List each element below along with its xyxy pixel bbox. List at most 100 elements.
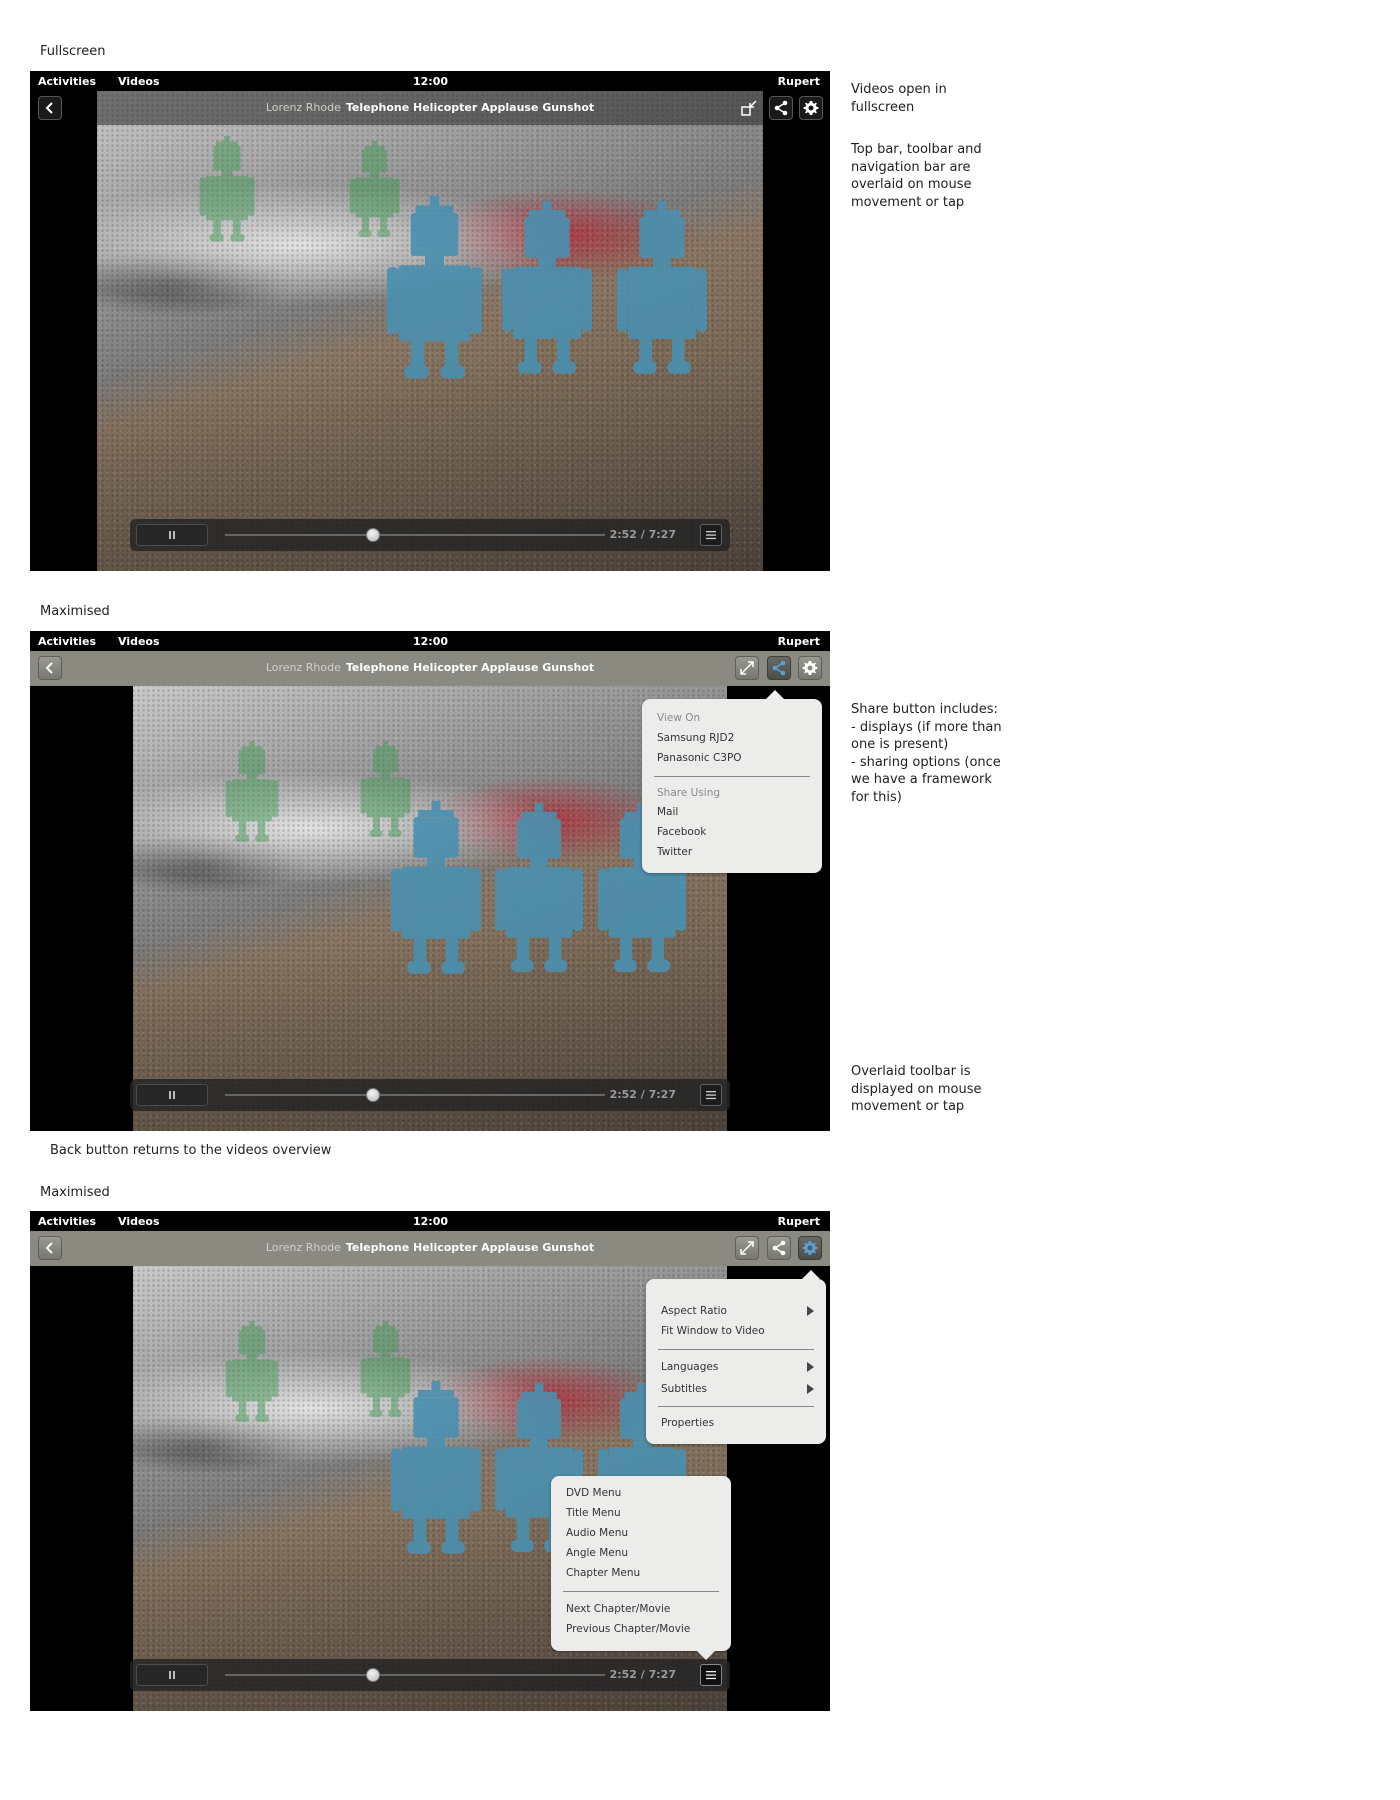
seek-bar[interactable]: [225, 534, 605, 536]
gear-icon: [803, 101, 819, 115]
chevron-left-icon: [45, 102, 53, 114]
title-menu-item[interactable]: Title Menu: [566, 1507, 621, 1519]
seek-bar[interactable]: [225, 1674, 605, 1676]
settings-button[interactable]: [798, 656, 822, 680]
submenu-arrow-icon: [807, 1384, 814, 1394]
languages-item[interactable]: Languages: [661, 1361, 718, 1373]
playback-menu-button[interactable]: [700, 524, 722, 546]
gnome-top-bar: Activities Videos 12:00 Rupert: [30, 631, 830, 651]
view-on-heading: View On: [657, 712, 701, 724]
app-menu[interactable]: Videos: [118, 635, 160, 648]
fit-window-item[interactable]: Fit Window to Video: [661, 1325, 765, 1337]
chapter-menu-item[interactable]: Chapter Menu: [566, 1567, 640, 1579]
pause-button[interactable]: [136, 1084, 208, 1106]
gnome-top-bar: Activities Videos 12:00 Rupert: [30, 1211, 830, 1231]
fullscreen-button[interactable]: [735, 656, 759, 680]
menu-separator: [563, 1591, 719, 1592]
dvd-menu-item[interactable]: DVD Menu: [566, 1487, 621, 1499]
header-artist: Lorenz Rhode: [265, 661, 341, 674]
fullscreen-icon: [740, 1241, 754, 1255]
playback-time: 2:52 / 7:27: [609, 1088, 676, 1101]
clock[interactable]: 12:00: [413, 635, 448, 648]
note-fullscreen-open: Videos open in fullscreen: [851, 82, 947, 115]
aspect-ratio-item[interactable]: Aspect Ratio: [661, 1305, 727, 1317]
share-service-item[interactable]: Mail: [657, 806, 678, 818]
share-button[interactable]: [767, 656, 791, 680]
maximised-settings-screenshot: Activities Videos 12:00 Rupert Lorenz Rh…: [30, 1211, 830, 1711]
pause-icon: [169, 1671, 175, 1679]
fullscreen-button[interactable]: [735, 1236, 759, 1260]
hamburger-menu-icon: [706, 1091, 716, 1100]
previous-chapter-item[interactable]: Previous Chapter/Movie: [566, 1623, 690, 1635]
header-song-title: Telephone Helicopter Applause Gunshot: [345, 101, 595, 114]
gear-icon: [802, 661, 818, 675]
activities-button[interactable]: Activities: [38, 1215, 96, 1228]
hamburger-menu-icon: [706, 1671, 716, 1680]
video-frame[interactable]: [97, 91, 763, 571]
pause-button[interactable]: [136, 1664, 208, 1686]
unfullscreen-button[interactable]: [737, 96, 761, 120]
share-using-heading: Share Using: [657, 787, 721, 799]
section-label-maximised-settings: Maximised: [40, 1185, 110, 1200]
share-service-item[interactable]: Facebook: [657, 826, 706, 838]
settings-button[interactable]: [798, 1236, 822, 1260]
activities-button[interactable]: Activities: [38, 75, 96, 88]
clock[interactable]: 12:00: [413, 1215, 448, 1228]
header-song-title: Telephone Helicopter Applause Gunshot: [345, 661, 595, 674]
settings-button[interactable]: [799, 96, 823, 120]
header-artist: Lorenz Rhode: [265, 1241, 341, 1254]
seek-bar[interactable]: [225, 1094, 605, 1096]
back-button[interactable]: [38, 1236, 62, 1260]
back-button[interactable]: [38, 656, 62, 680]
playback-toolbar: 2:52 / 7:27: [130, 1659, 730, 1691]
share-button[interactable]: [767, 1236, 791, 1260]
device-item[interactable]: Samsung RJD2: [657, 732, 734, 744]
note-back-button: Back button returns to the videos overvi…: [50, 1143, 332, 1158]
pause-icon: [169, 1091, 175, 1099]
user-menu[interactable]: Rupert: [778, 75, 820, 88]
app-menu[interactable]: Videos: [118, 1215, 160, 1228]
video-frame[interactable]: [133, 686, 727, 1131]
subtitles-item[interactable]: Subtitles: [661, 1383, 707, 1395]
user-menu[interactable]: Rupert: [778, 635, 820, 648]
submenu-arrow-icon: [807, 1362, 814, 1372]
seek-handle[interactable]: [366, 1088, 381, 1102]
restore-icon: [741, 100, 757, 116]
playback-toolbar: 2:52 / 7:27: [130, 1079, 730, 1111]
share-button[interactable]: [769, 96, 793, 120]
section-label-fullscreen: Fullscreen: [40, 44, 106, 59]
header-bar: Lorenz Rhode Telephone Helicopter Applaus…: [30, 651, 830, 686]
angle-menu-item[interactable]: Angle Menu: [566, 1547, 628, 1559]
dvd-menu-popover: DVD Menu Title Menu Audio Menu Angle Men…: [551, 1476, 731, 1660]
share-icon: [774, 100, 788, 116]
pause-icon: [169, 531, 175, 539]
header-title: Lorenz Rhode Telephone Helicopter Applaus…: [30, 1241, 830, 1254]
clock[interactable]: 12:00: [413, 75, 448, 88]
header-song-title: Telephone Helicopter Applause Gunshot: [345, 1241, 595, 1254]
user-menu[interactable]: Rupert: [778, 1215, 820, 1228]
note-overlaid-toolbar: Overlaid toolbar is displayed on mouse m…: [851, 1064, 982, 1114]
device-item[interactable]: Panasonic C3PO: [657, 752, 742, 764]
seek-handle[interactable]: [366, 528, 381, 542]
next-chapter-item[interactable]: Next Chapter/Movie: [566, 1603, 670, 1615]
hamburger-menu-icon: [706, 531, 716, 540]
header-bar: Lorenz Rhode Telephone Helicopter Applaus…: [30, 91, 830, 126]
audio-menu-item[interactable]: Audio Menu: [566, 1527, 628, 1539]
seek-handle[interactable]: [366, 1668, 381, 1682]
gear-icon: [802, 1241, 818, 1255]
activities-button[interactable]: Activities: [38, 635, 96, 648]
fullscreen-screenshot: Activities Videos 12:00 Rupert Lorenz Rh…: [30, 71, 830, 571]
note-share-button: Share button includes: - displays (if mo…: [851, 702, 1002, 805]
section-label-maximised-share: Maximised: [40, 604, 110, 619]
header-artist: Lorenz Rhode: [265, 101, 341, 114]
share-service-item[interactable]: Twitter: [657, 846, 692, 858]
submenu-arrow-icon: [807, 1306, 814, 1316]
playback-time: 2:52 / 7:27: [609, 528, 676, 541]
properties-item[interactable]: Properties: [661, 1417, 714, 1429]
playback-time: 2:52 / 7:27: [609, 1668, 676, 1681]
pause-button[interactable]: [136, 524, 208, 546]
back-button[interactable]: [38, 96, 62, 120]
menu-separator: [658, 1406, 814, 1407]
app-menu[interactable]: Videos: [118, 75, 160, 88]
playback-menu-button[interactable]: [700, 1084, 722, 1106]
